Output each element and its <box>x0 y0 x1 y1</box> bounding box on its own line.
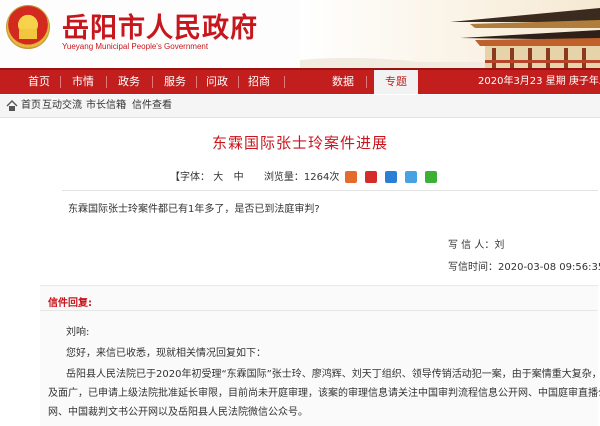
breadcrumb-mayor-mailbox[interactable]: 市长信箱 <box>86 95 126 117</box>
nav-item-inquiry[interactable]: 问政 <box>200 70 234 94</box>
reply-heading: 信件回复: <box>48 298 92 309</box>
nav-divider <box>284 76 285 88</box>
nav-item-government[interactable]: 政务 <box>112 70 146 94</box>
site-header: ★ 岳阳市人民政府 Yueyang Municipal People's Gov… <box>0 0 600 68</box>
nav-divider <box>196 76 197 88</box>
nav-divider <box>366 76 367 88</box>
current-date: 2020年3月23 星期 庚子年二月 <box>478 76 600 87</box>
reply-paragraph: 网、中国裁判文书公开网以及岳阳县人民法院微信公众号。 <box>48 407 308 418</box>
main-nav: 首页 市情 政务 服务 问政 招商 数据 专题 2020年3月23 星期 庚子年… <box>0 68 600 94</box>
divider <box>40 310 598 311</box>
divider <box>62 190 598 191</box>
nav-divider <box>238 76 239 88</box>
yueyang-tower-banner <box>300 0 600 68</box>
nav-item-data[interactable]: 数据 <box>326 70 360 94</box>
font-size-label: 【字体： <box>170 172 210 183</box>
breadcrumb-current: 信件查看 <box>132 100 172 111</box>
view-count: 浏览量：1264次 <box>263 172 340 183</box>
nav-divider <box>152 76 153 88</box>
breadcrumb: 首页 〉 互动交流 〉 市长信箱 〉 信件查看 <box>0 95 600 118</box>
nav-item-service[interactable]: 服务 <box>158 70 192 94</box>
reply-paragraph: 您好，来信已收悉，现就相关情况回复如下： <box>66 348 266 359</box>
letter-question: 东霖国际张士玲案件都已有1年多了，是否已到法庭审判? <box>68 204 320 215</box>
nav-item-home[interactable]: 首页 <box>22 70 56 94</box>
site-subtitle: Yueyang Municipal People's Government <box>62 42 209 51</box>
article-meta: 【字体： 大 中 浏览量：1264次 <box>170 170 339 186</box>
home-icon <box>6 100 18 111</box>
nav-divider <box>106 76 107 88</box>
reply-salutation: 刘响: <box>66 327 90 338</box>
reply-paragraph: 岳阳县人民法院已于2020年初受理“东霖国际”张士玲、廖鸿辉、刘天丁组织、领导传… <box>66 369 600 380</box>
breadcrumb-separator: 〉 <box>76 100 86 111</box>
reply-section: 信件回复: 刘响: 您好，来信已收悉，现就相关情况回复如下： 岳阳县人民法院已于… <box>40 285 600 426</box>
share-buttons <box>345 171 440 185</box>
font-size-large-link[interactable]: 大 <box>213 172 223 183</box>
share-weibo-icon[interactable] <box>365 171 378 183</box>
share-qq-icon[interactable] <box>405 171 418 183</box>
letter-writer: 写 信 人：刘 <box>448 240 505 251</box>
site-title[interactable]: 岳阳市人民政府 <box>62 6 258 45</box>
share-tencent-icon[interactable] <box>385 171 398 183</box>
font-size-medium-link[interactable]: 中 <box>234 172 244 183</box>
nav-item-city-info[interactable]: 市情 <box>66 70 100 94</box>
nav-divider <box>60 76 61 88</box>
breadcrumb-separator: 〉 <box>122 100 132 111</box>
national-emblem-icon: ★ <box>6 5 50 49</box>
nav-item-topics[interactable]: 专题 <box>374 70 418 94</box>
share-wechat-icon[interactable] <box>425 171 438 183</box>
letter-time: 写信时间：2020-03-08 09:56:35 <box>448 262 600 273</box>
nav-item-investment[interactable]: 招商 <box>242 70 276 94</box>
reply-paragraph: 及面广，已申请上级法院批准延长审限，目前尚未开庭审理，该案的审理信息请关注中国审… <box>48 388 600 399</box>
share-qzone-icon[interactable] <box>345 171 357 183</box>
article-title: 东霖国际张士玲案件进展 <box>211 134 388 152</box>
